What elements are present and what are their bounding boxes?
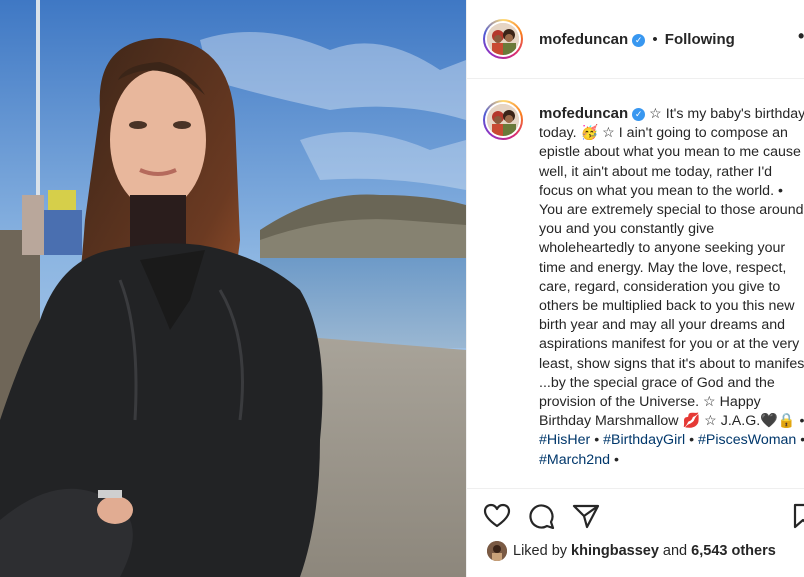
caption-text: ☆ It's my baby's birthday today. 🥳 ☆ I a… (539, 106, 804, 430)
liker-avatar-image (487, 541, 507, 561)
likes-count[interactable]: 6,543 others (691, 543, 776, 559)
header-user: mofeduncan ✓ • Following (539, 31, 735, 48)
avatar-image (487, 104, 519, 136)
more-options-icon: • (798, 26, 804, 46)
tag-separator: • (594, 432, 600, 449)
verified-badge-icon: ✓ (632, 107, 646, 121)
post-caption: mofeduncan ✓ ☆ It's my baby's birthday to… (539, 104, 804, 470)
comment-icon[interactable] (528, 503, 556, 529)
post-actions: Liked by khingbassey and 6,543 others (467, 488, 804, 577)
tag-separator: • (689, 432, 695, 449)
post-header: mofeduncan ✓ • Following • (467, 0, 804, 79)
hashtag-link[interactable]: #HisHer (539, 432, 590, 448)
post-side-panel: mofeduncan ✓ • Following • mofeduncan ✓ ☆ … (466, 0, 804, 577)
hashtag-link[interactable]: #PiscesWoman (698, 432, 796, 448)
tag-separator: • (800, 432, 804, 448)
hashtag-link[interactable]: #BirthdayGirl (603, 432, 685, 448)
hashtag-link[interactable]: #March2nd (539, 452, 610, 468)
verified-badge-icon: ✓ (632, 33, 646, 47)
caption-username[interactable]: mofeduncan (539, 105, 628, 122)
liker-username[interactable]: khingbassey (571, 543, 659, 559)
follow-separator: • (652, 31, 658, 48)
heart-icon[interactable] (483, 503, 511, 529)
header-avatar[interactable] (483, 19, 523, 59)
likes-prefix: Liked by (513, 542, 568, 559)
liker-avatar[interactable] (487, 541, 507, 561)
post-image (0, 0, 466, 577)
caption-trailing: • (613, 451, 619, 468)
following-button[interactable]: Following (665, 31, 735, 48)
more-options-button[interactable]: • (798, 26, 804, 47)
caption-avatar[interactable] (483, 100, 523, 140)
likes-summary: Liked by khingbassey and 6,543 others (487, 541, 776, 561)
share-icon[interactable] (572, 503, 600, 529)
bookmark-icon[interactable] (793, 503, 804, 529)
likes-middle: and (662, 542, 688, 559)
header-username[interactable]: mofeduncan (539, 31, 628, 48)
post-photo[interactable] (0, 0, 466, 577)
avatar-image (487, 23, 519, 55)
